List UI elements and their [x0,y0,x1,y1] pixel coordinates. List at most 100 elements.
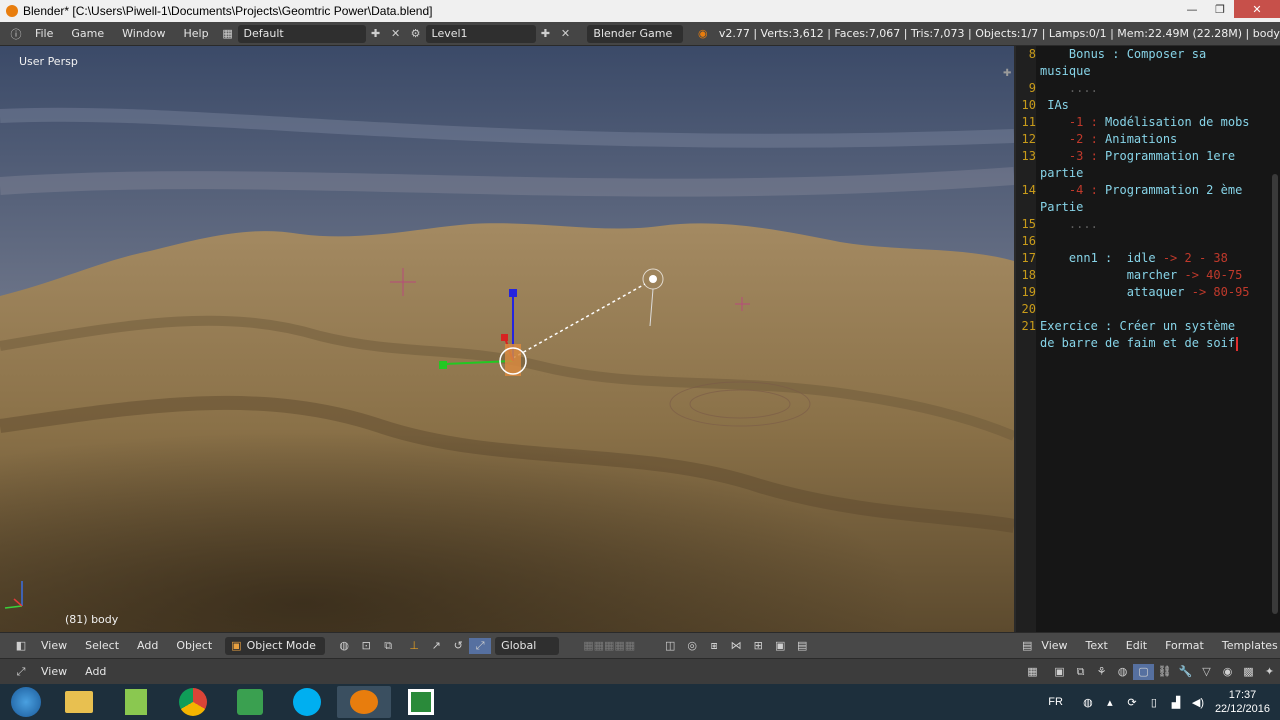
render-engine-select[interactable]: Blender Game [587,24,683,43]
layer-buttons[interactable]: ▦▦▦▦▦ [559,638,659,654]
text-scrollbar[interactable] [1272,174,1278,614]
close-button[interactable]: ✕ [1234,0,1280,18]
timeline-menu-view[interactable]: View [32,665,76,678]
scene-icon[interactable]: ⚙ [406,26,426,42]
active-object-label: (81) body [65,613,119,626]
line-text: Partie [1040,199,1083,216]
delete-scene-button[interactable]: ✕ [555,26,575,42]
render-preview-icon[interactable]: ⊞ [747,638,769,654]
menu-view[interactable]: View [32,639,76,652]
constraints-tab-icon[interactable]: ⛓ [1154,664,1175,680]
tray-device-icon[interactable]: ▯ [1143,694,1165,710]
object-tab-icon[interactable]: ▢ [1133,663,1154,680]
minimize-button[interactable]: — [1178,0,1206,18]
language-indicator[interactable]: FR [1048,696,1063,708]
editor-type-icon[interactable]: ⓘ [6,26,26,42]
taskbar-skype[interactable] [280,686,334,718]
menu-help[interactable]: Help [175,27,218,40]
clock[interactable]: 17:37 22/12/2016 [1215,688,1270,716]
add-screen-button[interactable]: ✚ [366,26,386,42]
tray-sync-icon[interactable]: ⟳ [1121,694,1143,710]
snap-icon[interactable]: ⧆ [703,638,725,654]
menu-window[interactable]: Window [113,27,174,40]
orientation-select[interactable]: Global [495,636,560,655]
physics-tab-icon[interactable]: ✦ [1259,664,1280,680]
start-button[interactable] [3,686,49,718]
menu-object[interactable]: Object [167,639,221,652]
text-menu-format[interactable]: Format [1156,639,1213,652]
add-scene-button[interactable]: ✚ [536,26,556,42]
snap-target-icon[interactable]: ⧉ [377,638,399,654]
layers-tab-icon[interactable]: ⧉ [1070,664,1091,680]
maximize-button[interactable]: ❐ [1206,0,1234,18]
network-icon[interactable]: ▟ [1165,694,1187,710]
code-token: Animations [1105,132,1178,146]
text-menu-text[interactable]: Text [1077,639,1117,652]
transform-manipulator-icon[interactable]: ⊥ [403,638,425,654]
taskbar-camtasia[interactable] [394,686,448,718]
text-menu-edit[interactable]: Edit [1117,639,1156,652]
show-hidden-icons-icon[interactable]: ▴ [1099,694,1121,710]
screen-layout-icon[interactable]: ▦ [218,26,238,42]
world-tab-icon[interactable]: ◍ [1112,664,1133,680]
delete-screen-button[interactable]: ✕ [386,26,406,42]
code-token: Bonus : Composer sa [1040,47,1207,61]
volume-icon[interactable]: ◀) [1187,694,1209,710]
menu-file[interactable]: File [26,27,62,40]
pivot-icon[interactable]: ⊡ [355,638,377,654]
line-text: .... [1040,216,1098,233]
material-tab-icon[interactable]: ◉ [1217,664,1238,680]
line-text: IAs [1040,97,1069,114]
modifiers-tab-icon[interactable]: 🔧 [1175,664,1196,680]
line-number: 20 [1021,302,1036,316]
blender-app-icon [350,690,378,714]
scene-tab-icon[interactable]: ⚘ [1091,664,1112,680]
mode-select[interactable]: ▣ Object Mode [225,636,326,655]
taskbar-blender[interactable] [337,686,391,718]
shading-icon[interactable]: ◍ [333,638,355,654]
line-number: 9 [1028,81,1036,95]
data-tab-icon[interactable]: ▽ [1196,664,1217,680]
lock-layers-icon[interactable]: ◫ [659,638,681,654]
screen-layout-select[interactable]: Default [237,24,366,43]
snap-element-icon[interactable]: ⋈ [725,638,747,654]
text-menu-templates[interactable]: Templates [1213,639,1280,652]
texture-tab-icon[interactable]: ▩ [1238,664,1259,680]
proportional-edit-icon[interactable]: ◎ [681,638,703,654]
line-text: -2 : Animations [1040,131,1177,148]
timeline-type-icon[interactable]: ⤢ [10,664,32,680]
view-type-icon[interactable]: ◧ [10,638,32,654]
menu-game[interactable]: Game [62,27,113,40]
render-tab-icon[interactable]: ▣ [1049,664,1070,680]
screen-layout-value: Default [243,27,284,40]
viewport-corner-widget[interactable]: ✚ [1003,68,1011,79]
taskbar-notepad[interactable] [109,686,163,718]
window-title: Blender* [C:\Users\Piwell-1\Documents\Pr… [23,4,433,18]
text-editor-type-icon[interactable]: ▤ [1022,638,1032,654]
taskbar-file-explorer[interactable] [52,686,106,718]
timeline-menu-add[interactable]: Add [76,665,115,678]
text-menu-view[interactable]: View [1032,639,1076,652]
scene-select[interactable]: Level1 [425,24,536,43]
tray-app-icon[interactable]: ◍ [1077,694,1099,710]
render-animation-icon[interactable]: ▤ [791,638,813,654]
properties-type-icon[interactable]: ▦ [1022,664,1043,680]
system-tray: FR ◍ ▴ ⟳ ▯ ▟ ◀) 17:37 22/12/2016 [1048,684,1280,720]
rotate-icon[interactable]: ↺ [447,638,469,654]
view-perspective-label: User Persp [19,55,78,68]
taskbar-chrome[interactable] [166,686,220,718]
clock-time: 17:37 [1228,689,1257,701]
scale-icon[interactable]: ⤢ [469,637,492,654]
3d-viewport[interactable]: ✚ User Persp (81) body [0,46,1014,632]
text-editor[interactable]: 8 Bonus : Composer sa musique 9 .... 10 IAs… [1014,46,1280,632]
opengl-render-icon[interactable]: ▣ [769,638,791,654]
taskbar-hp-app[interactable] [223,686,277,718]
translate-icon[interactable]: ↗ [425,638,447,654]
line-text: -3 : Programmation 1ere [1040,148,1235,165]
menu-add[interactable]: Add [128,639,167,652]
menu-select[interactable]: Select [76,639,128,652]
notepad-icon [125,689,147,715]
window-titlebar: Blender* [C:\Users\Piwell-1\Documents\Pr… [0,0,1280,22]
code-token: -> 2 - 38 [1162,251,1228,265]
mode-value: Object Mode [246,639,316,652]
